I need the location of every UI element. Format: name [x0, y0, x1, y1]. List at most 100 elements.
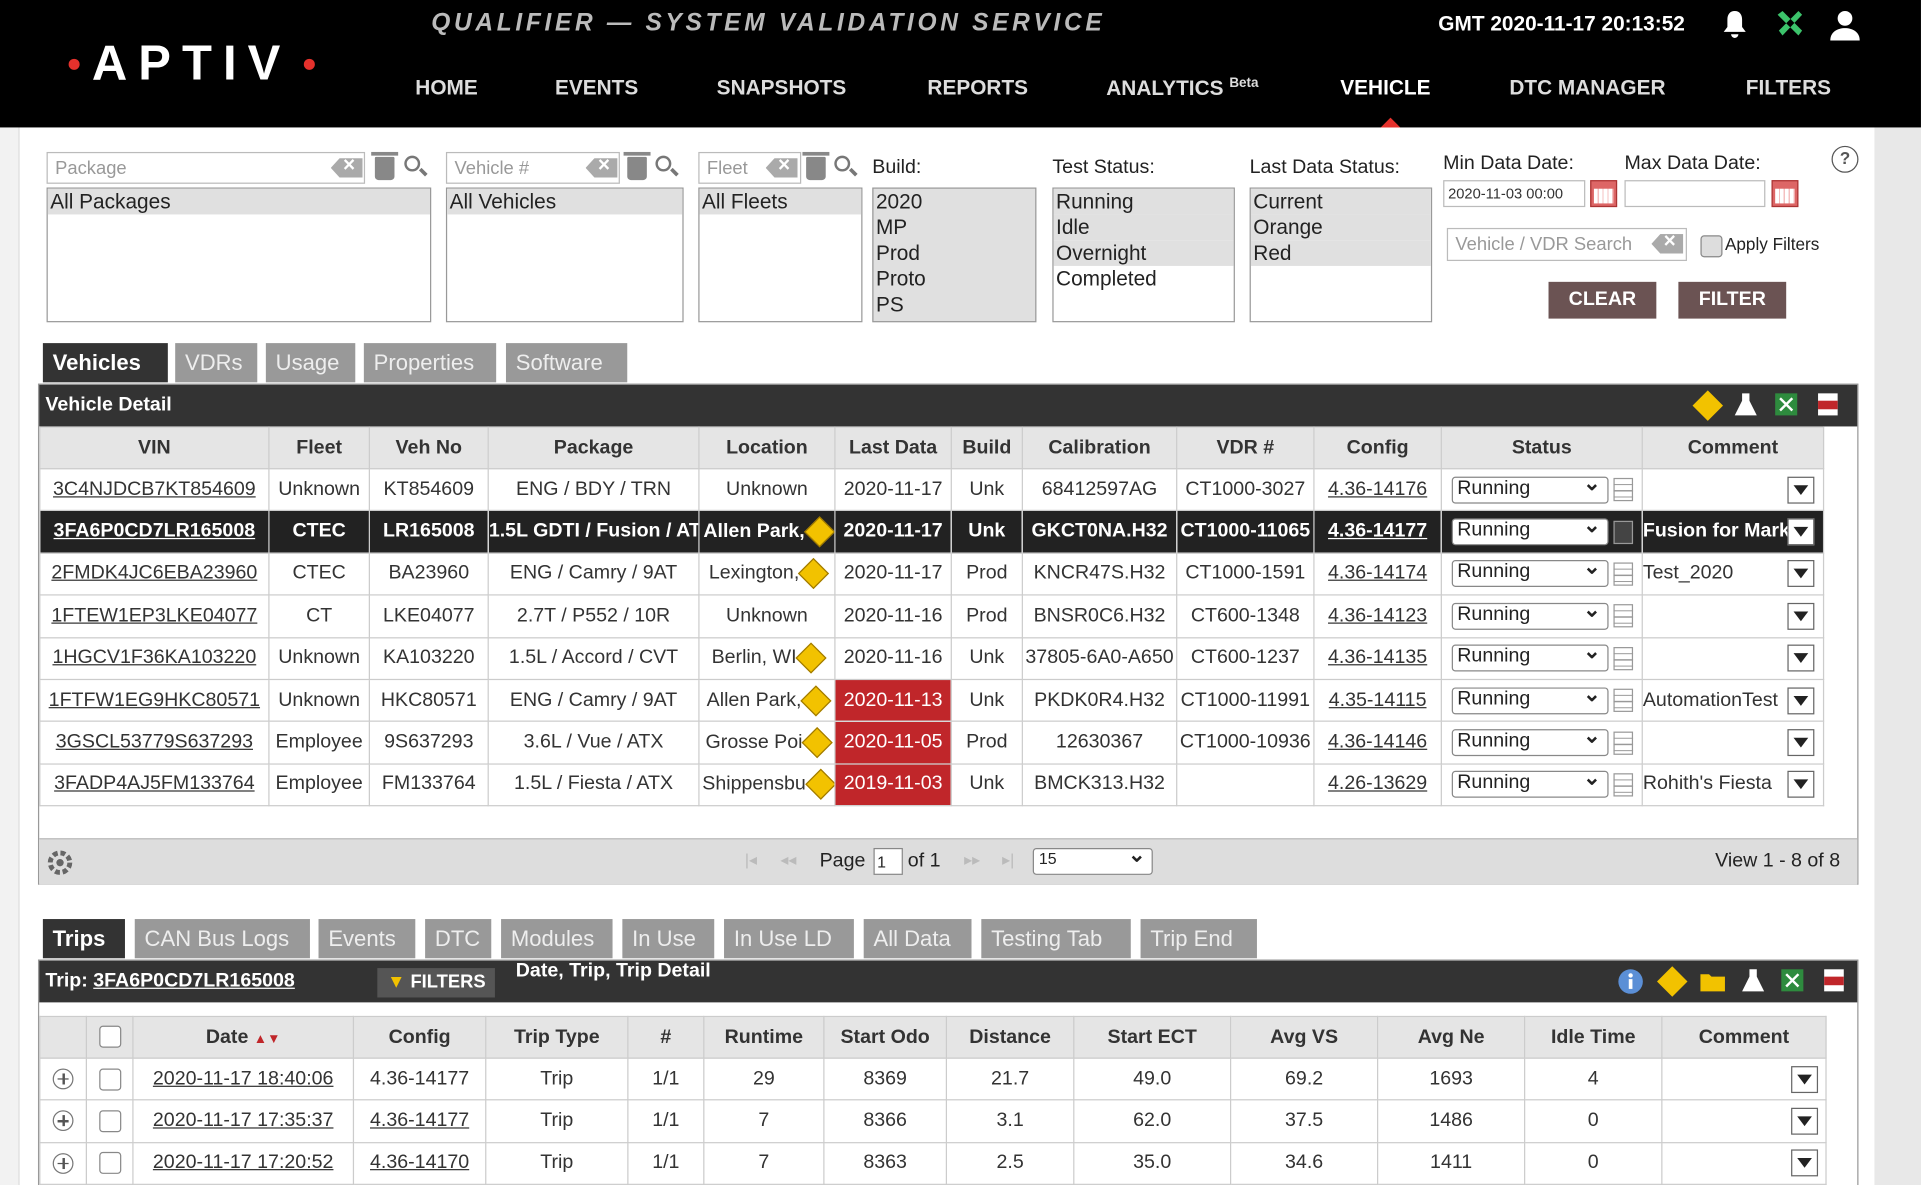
select-all-checkbox[interactable]	[98, 1026, 121, 1049]
filter-button[interactable]: FILTER	[1678, 281, 1787, 319]
comment-dropdown-icon[interactable]	[1787, 476, 1815, 504]
nav-analytics[interactable]: ANALYTICS Beta	[1106, 76, 1258, 101]
user-icon[interactable]	[1828, 7, 1862, 41]
vin-link[interactable]: 1HGCV1F36KA103220	[52, 647, 256, 668]
trip-date-link[interactable]: 2020-11-17 17:20:52	[153, 1152, 334, 1173]
row-checkbox[interactable]	[98, 1068, 121, 1091]
vdr-search-input[interactable]: Vehicle / VDR Search	[1446, 227, 1687, 262]
excel-icon[interactable]	[1779, 967, 1806, 994]
folder-icon[interactable]	[1699, 968, 1726, 995]
map-pin-icon[interactable]	[800, 684, 832, 716]
last-data-status-option[interactable]: Red	[1250, 240, 1431, 266]
pdf-icon[interactable]	[1820, 967, 1847, 994]
trip-row[interactable]: 2020-11-17 18:40:06 4.36-14177 Trip 1/1 …	[39, 1057, 1827, 1101]
page-size-select[interactable]: 15	[1032, 843, 1153, 875]
tab-trip-end[interactable]: Trip End	[1140, 919, 1257, 959]
trip-date-link[interactable]: 2020-11-17 17:35:37	[153, 1110, 334, 1131]
flask-icon[interactable]	[1740, 967, 1767, 994]
last-data-status-option[interactable]: Current	[1250, 188, 1431, 215]
vehicle-row[interactable]: 3GSCL53779S637293 Employee 9S637293 3.6L…	[39, 720, 1825, 765]
col-start-odo[interactable]: Start Odo	[823, 1015, 948, 1059]
tab-in-use-ld[interactable]: In Use LD	[724, 919, 854, 959]
col-vdr[interactable]: VDR #	[1176, 426, 1315, 470]
row-checkbox[interactable]	[98, 1152, 121, 1175]
trip-vin-link[interactable]: 3FA6P0CD7LR165008	[93, 971, 295, 992]
col-date[interactable]: Date ▲▼	[132, 1015, 355, 1059]
col-number[interactable]: #	[627, 1015, 705, 1059]
tab-events[interactable]: Events	[318, 919, 416, 959]
config-link[interactable]: 4.36-14174	[1328, 563, 1427, 584]
fleet-trash-icon[interactable]	[802, 151, 830, 181]
page-input[interactable]: 1	[873, 847, 903, 875]
nav-reports[interactable]: REPORTS	[927, 76, 1028, 101]
vehicle-row[interactable]: 1FTEW1EP3LKE04077 CT LKE04077 2.7T / P55…	[39, 594, 1825, 638]
tab-can-bus-logs[interactable]: CAN Bus Logs	[134, 919, 310, 959]
package-listbox[interactable]: All Packages	[46, 187, 432, 323]
comment-dropdown-icon[interactable]	[1791, 1107, 1819, 1135]
col-config[interactable]: Config	[1313, 426, 1442, 470]
pdf-icon[interactable]	[1814, 391, 1841, 418]
fleet-search-icon[interactable]	[834, 155, 851, 172]
vehicle-row[interactable]: 3FADP4AJ5FM133764 Employee FM133764 1.5L…	[39, 763, 1825, 807]
col-calibration[interactable]: Calibration	[1021, 426, 1178, 470]
build-option[interactable]: Prod	[873, 240, 1035, 266]
trip-row[interactable]: 2020-11-17 17:20:52 4.36-14170 Trip 1/1 …	[39, 1141, 1827, 1185]
expand-icon[interactable]	[52, 1152, 74, 1174]
first-page-icon[interactable]: |◂	[745, 850, 757, 870]
package-input[interactable]: Package	[46, 151, 366, 184]
test-status-option[interactable]: Completed	[1054, 266, 1234, 292]
nav-home[interactable]: HOME	[415, 76, 477, 101]
col-fleet[interactable]: Fleet	[268, 426, 370, 470]
col-idle-time[interactable]: Idle Time	[1524, 1015, 1663, 1059]
config-link[interactable]: 4.35-14115	[1329, 689, 1427, 710]
note-icon[interactable]	[1612, 688, 1633, 713]
next-page-icon[interactable]: ▸▸	[964, 850, 980, 870]
comment-dropdown-icon[interactable]	[1787, 602, 1815, 630]
vehicle-row-selected[interactable]: 3FA6P0CD7LR165008 CTEC LR165008 1.5L GDT…	[39, 510, 1825, 554]
tab-properties[interactable]: Properties	[363, 343, 497, 383]
info-icon[interactable]	[1617, 968, 1644, 995]
expand-icon[interactable]	[52, 1068, 74, 1090]
map-pin-icon[interactable]	[804, 769, 834, 801]
map-pin-icon[interactable]	[803, 516, 834, 548]
build-option[interactable]: 2020	[873, 189, 1035, 215]
tab-all-data[interactable]: All Data	[863, 919, 972, 959]
bell-icon[interactable]	[1718, 7, 1752, 41]
note-icon[interactable]	[1612, 646, 1633, 670]
vehicle-row[interactable]: 2FMDK4JC6EBA23960 CTEC BA23960 ENG / Cam…	[39, 552, 1825, 596]
comment-dropdown-icon[interactable]	[1787, 518, 1815, 546]
vehicle-trash-icon[interactable]	[623, 151, 651, 181]
config-link[interactable]: 4.36-14177	[1328, 521, 1427, 542]
note-icon[interactable]	[1612, 520, 1633, 544]
expand-icon[interactable]	[52, 1110, 74, 1132]
col-comment[interactable]: Comment	[1641, 426, 1825, 470]
col-location[interactable]: Location	[698, 426, 836, 470]
comment-dropdown-icon[interactable]	[1787, 729, 1815, 757]
build-listbox[interactable]: 2020 MP Prod Proto PS	[872, 187, 1037, 323]
package-search-icon[interactable]	[404, 155, 421, 172]
col-runtime[interactable]: Runtime	[703, 1015, 825, 1059]
tab-dtc[interactable]: DTC	[425, 919, 492, 959]
vin-link[interactable]: 3GSCL53779S637293	[56, 732, 253, 753]
col-last-data[interactable]: Last Data	[834, 426, 952, 470]
last-data-status-listbox[interactable]: Current Orange Red	[1249, 187, 1433, 323]
comment-dropdown-icon[interactable]	[1787, 687, 1815, 714]
config-link[interactable]: 4.36-14123	[1328, 605, 1427, 626]
test-status-option[interactable]: Idle	[1053, 214, 1234, 241]
config-link[interactable]: 4.26-13629	[1328, 774, 1427, 795]
map-pin-icon[interactable]	[795, 642, 827, 674]
col-avg-vs[interactable]: Avg VS	[1230, 1015, 1379, 1059]
config-link[interactable]: 4.36-14146	[1328, 732, 1427, 753]
col-start-ect[interactable]: Start ECT	[1073, 1015, 1232, 1059]
build-option[interactable]: Proto	[873, 266, 1035, 292]
settings-gear-icon[interactable]	[45, 848, 74, 877]
trip-config-link[interactable]: 4.36-14170	[370, 1152, 469, 1173]
test-status-option[interactable]: Overnight	[1053, 240, 1234, 266]
nav-filters[interactable]: FILTERS	[1746, 76, 1831, 101]
vehicle-listbox[interactable]: All Vehicles	[445, 187, 684, 323]
trip-filters-button[interactable]: ▼ FILTERS	[377, 968, 496, 998]
config-link[interactable]: 4.36-14135	[1328, 647, 1427, 668]
min-date-calendar-icon[interactable]	[1590, 180, 1618, 208]
tab-software[interactable]: Software	[505, 343, 628, 383]
max-date-input[interactable]	[1624, 180, 1766, 208]
